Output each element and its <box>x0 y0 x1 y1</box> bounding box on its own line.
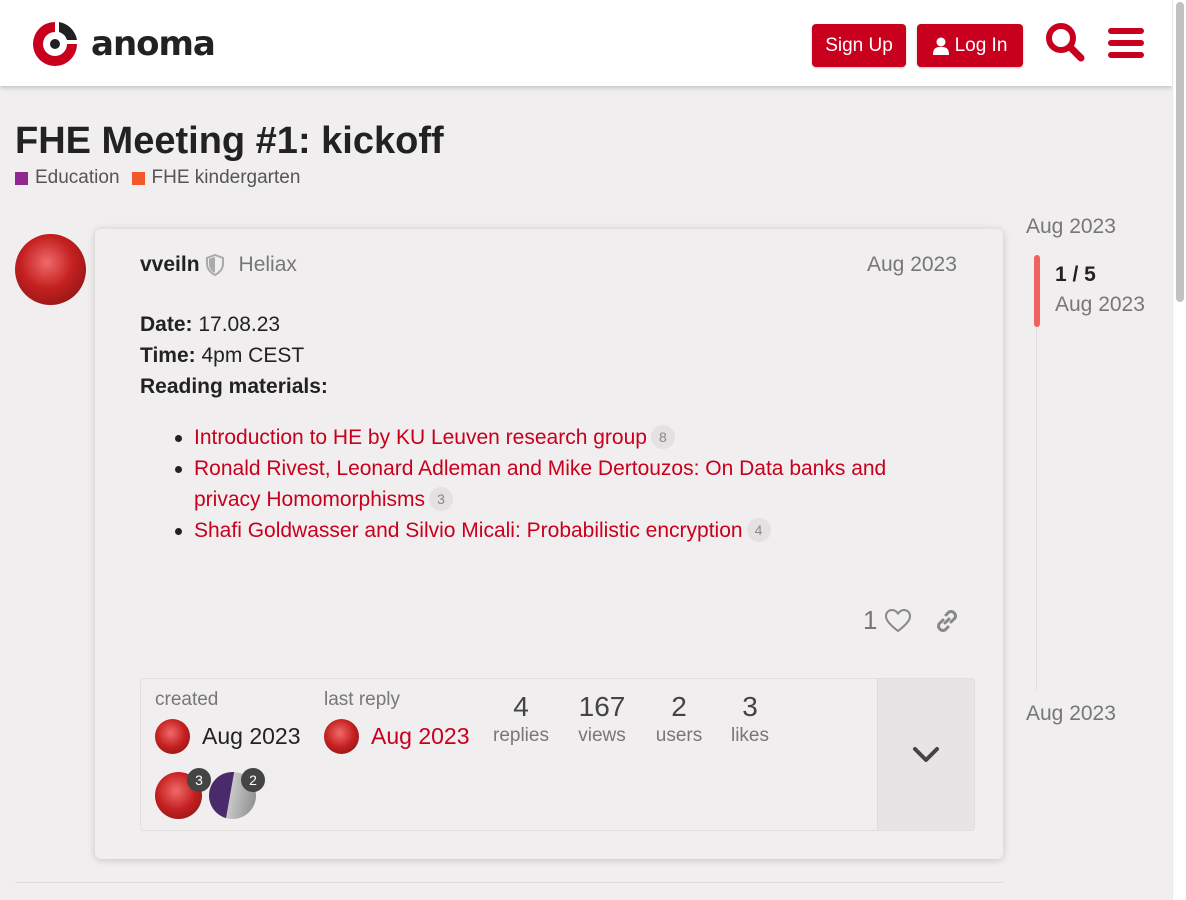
heart-icon <box>885 608 912 632</box>
list-item: Shafi Goldwasser and Silvio Micali: Prob… <box>175 515 954 546</box>
participant-avatar[interactable]: 2 <box>209 768 265 819</box>
stat-label: users <box>655 725 703 746</box>
page-scrollbar[interactable] <box>1172 0 1186 900</box>
log-in-button[interactable]: Log In <box>917 24 1023 67</box>
topic-map-expand-button[interactable] <box>877 679 974 830</box>
link-share-icon[interactable] <box>933 607 961 635</box>
reading-link[interactable]: Shafi Goldwasser and Silvio Micali: Prob… <box>194 519 743 542</box>
author-group[interactable]: Heliax <box>239 253 297 277</box>
participants: 3 2 <box>155 768 265 819</box>
stat-number: 167 <box>578 691 626 722</box>
stat-replies: 4 replies <box>493 691 549 747</box>
reading-materials-label: Reading materials: <box>140 375 328 398</box>
category-education[interactable]: Education <box>15 167 120 189</box>
stat-label: likes <box>730 725 769 746</box>
post-body: Date: 17.08.23 Time: 4pm CEST Reading ma… <box>140 309 328 402</box>
time-label: Time: <box>140 344 196 367</box>
timeline-handle[interactable] <box>1034 255 1040 327</box>
author-avatar[interactable] <box>15 234 86 305</box>
sign-up-label: Sign Up <box>825 34 893 56</box>
timeline-position-date: Aug 2023 <box>1055 293 1145 316</box>
like-button[interactable]: 1 <box>863 605 912 636</box>
log-in-label: Log In <box>954 34 1008 56</box>
reading-link[interactable]: Introduction to HE by KU Leuven research… <box>194 426 647 449</box>
site-logo[interactable]: anoma <box>29 18 216 70</box>
user-icon <box>932 37 949 55</box>
category-label: Education <box>35 167 120 188</box>
sign-up-button[interactable]: Sign Up <box>812 24 906 67</box>
reading-link[interactable]: Ronald Rivest, Leonard Adleman and Mike … <box>194 457 886 511</box>
hamburger-menu-icon[interactable] <box>1108 22 1144 62</box>
participant-avatar[interactable]: 3 <box>155 768 211 819</box>
created-info: created Aug 2023 <box>155 689 300 754</box>
site-header: anoma Sign Up Log In <box>0 0 1172 86</box>
category-color-swatch <box>131 171 145 185</box>
timeline-end-date[interactable]: Aug 2023 <box>1026 702 1116 726</box>
category-fhe-kindergarten[interactable]: FHE kindergarten <box>131 167 301 189</box>
timeline-start-date[interactable]: Aug 2023 <box>1026 215 1116 239</box>
stat-label: replies <box>493 725 549 746</box>
post-count-badge: 2 <box>241 768 265 792</box>
click-count-badge: 3 <box>429 487 454 511</box>
last-reply-info[interactable]: last reply Aug 2023 <box>324 689 469 754</box>
avatar[interactable] <box>155 719 190 754</box>
post-card: vveiln Heliax Aug 2023 Date: 17.08.23 Ti… <box>95 229 1003 859</box>
chevron-down-icon <box>913 746 939 762</box>
author-username[interactable]: vveiln <box>140 253 200 277</box>
post-divider <box>15 882 1003 883</box>
stat-users: 2 users <box>651 691 707 747</box>
category-label: FHE kindergarten <box>151 167 301 188</box>
date-label: Date: <box>140 313 193 336</box>
avatar[interactable] <box>324 719 359 754</box>
post-author: vveiln Heliax <box>140 253 297 277</box>
stat-number: 2 <box>671 691 687 722</box>
click-count-badge: 8 <box>650 425 675 449</box>
search-icon[interactable] <box>1045 22 1085 62</box>
category-color-swatch <box>15 171 28 185</box>
like-count: 1 <box>863 605 878 635</box>
logo-text: anoma <box>91 24 216 64</box>
created-label: created <box>155 689 219 710</box>
list-item: Ronald Rivest, Leonard Adleman and Mike … <box>175 453 954 515</box>
scrollbar-thumb[interactable] <box>1176 2 1184 302</box>
timeline-position: 1 / 5 <box>1055 263 1096 286</box>
topic-categories: Education FHE kindergarten <box>15 167 312 189</box>
post-date[interactable]: Aug 2023 <box>867 253 957 277</box>
stat-number: 4 <box>513 691 529 722</box>
created-date: Aug 2023 <box>202 723 301 749</box>
anoma-logo-icon <box>33 22 77 66</box>
stat-label: views <box>578 725 626 746</box>
date-value: 17.08.23 <box>198 313 281 336</box>
last-reply-label: last reply <box>324 689 401 710</box>
stat-views: 167 views <box>571 691 633 747</box>
topic-title[interactable]: FHE Meeting #1: kickoff <box>15 120 444 163</box>
topic-map: created Aug 2023 last reply Aug 2023 4 r… <box>140 678 975 831</box>
time-value: 4pm CEST <box>201 344 305 367</box>
post-count-badge: 3 <box>187 768 211 792</box>
stat-likes: 3 likes <box>725 691 775 747</box>
click-count-badge: 4 <box>746 518 771 542</box>
list-item: Introduction to HE by KU Leuven research… <box>175 422 954 453</box>
last-reply-date[interactable]: Aug 2023 <box>371 723 469 750</box>
stat-number: 3 <box>742 691 758 722</box>
shield-icon <box>205 254 224 276</box>
reading-list: Introduction to HE by KU Leuven research… <box>175 422 954 546</box>
